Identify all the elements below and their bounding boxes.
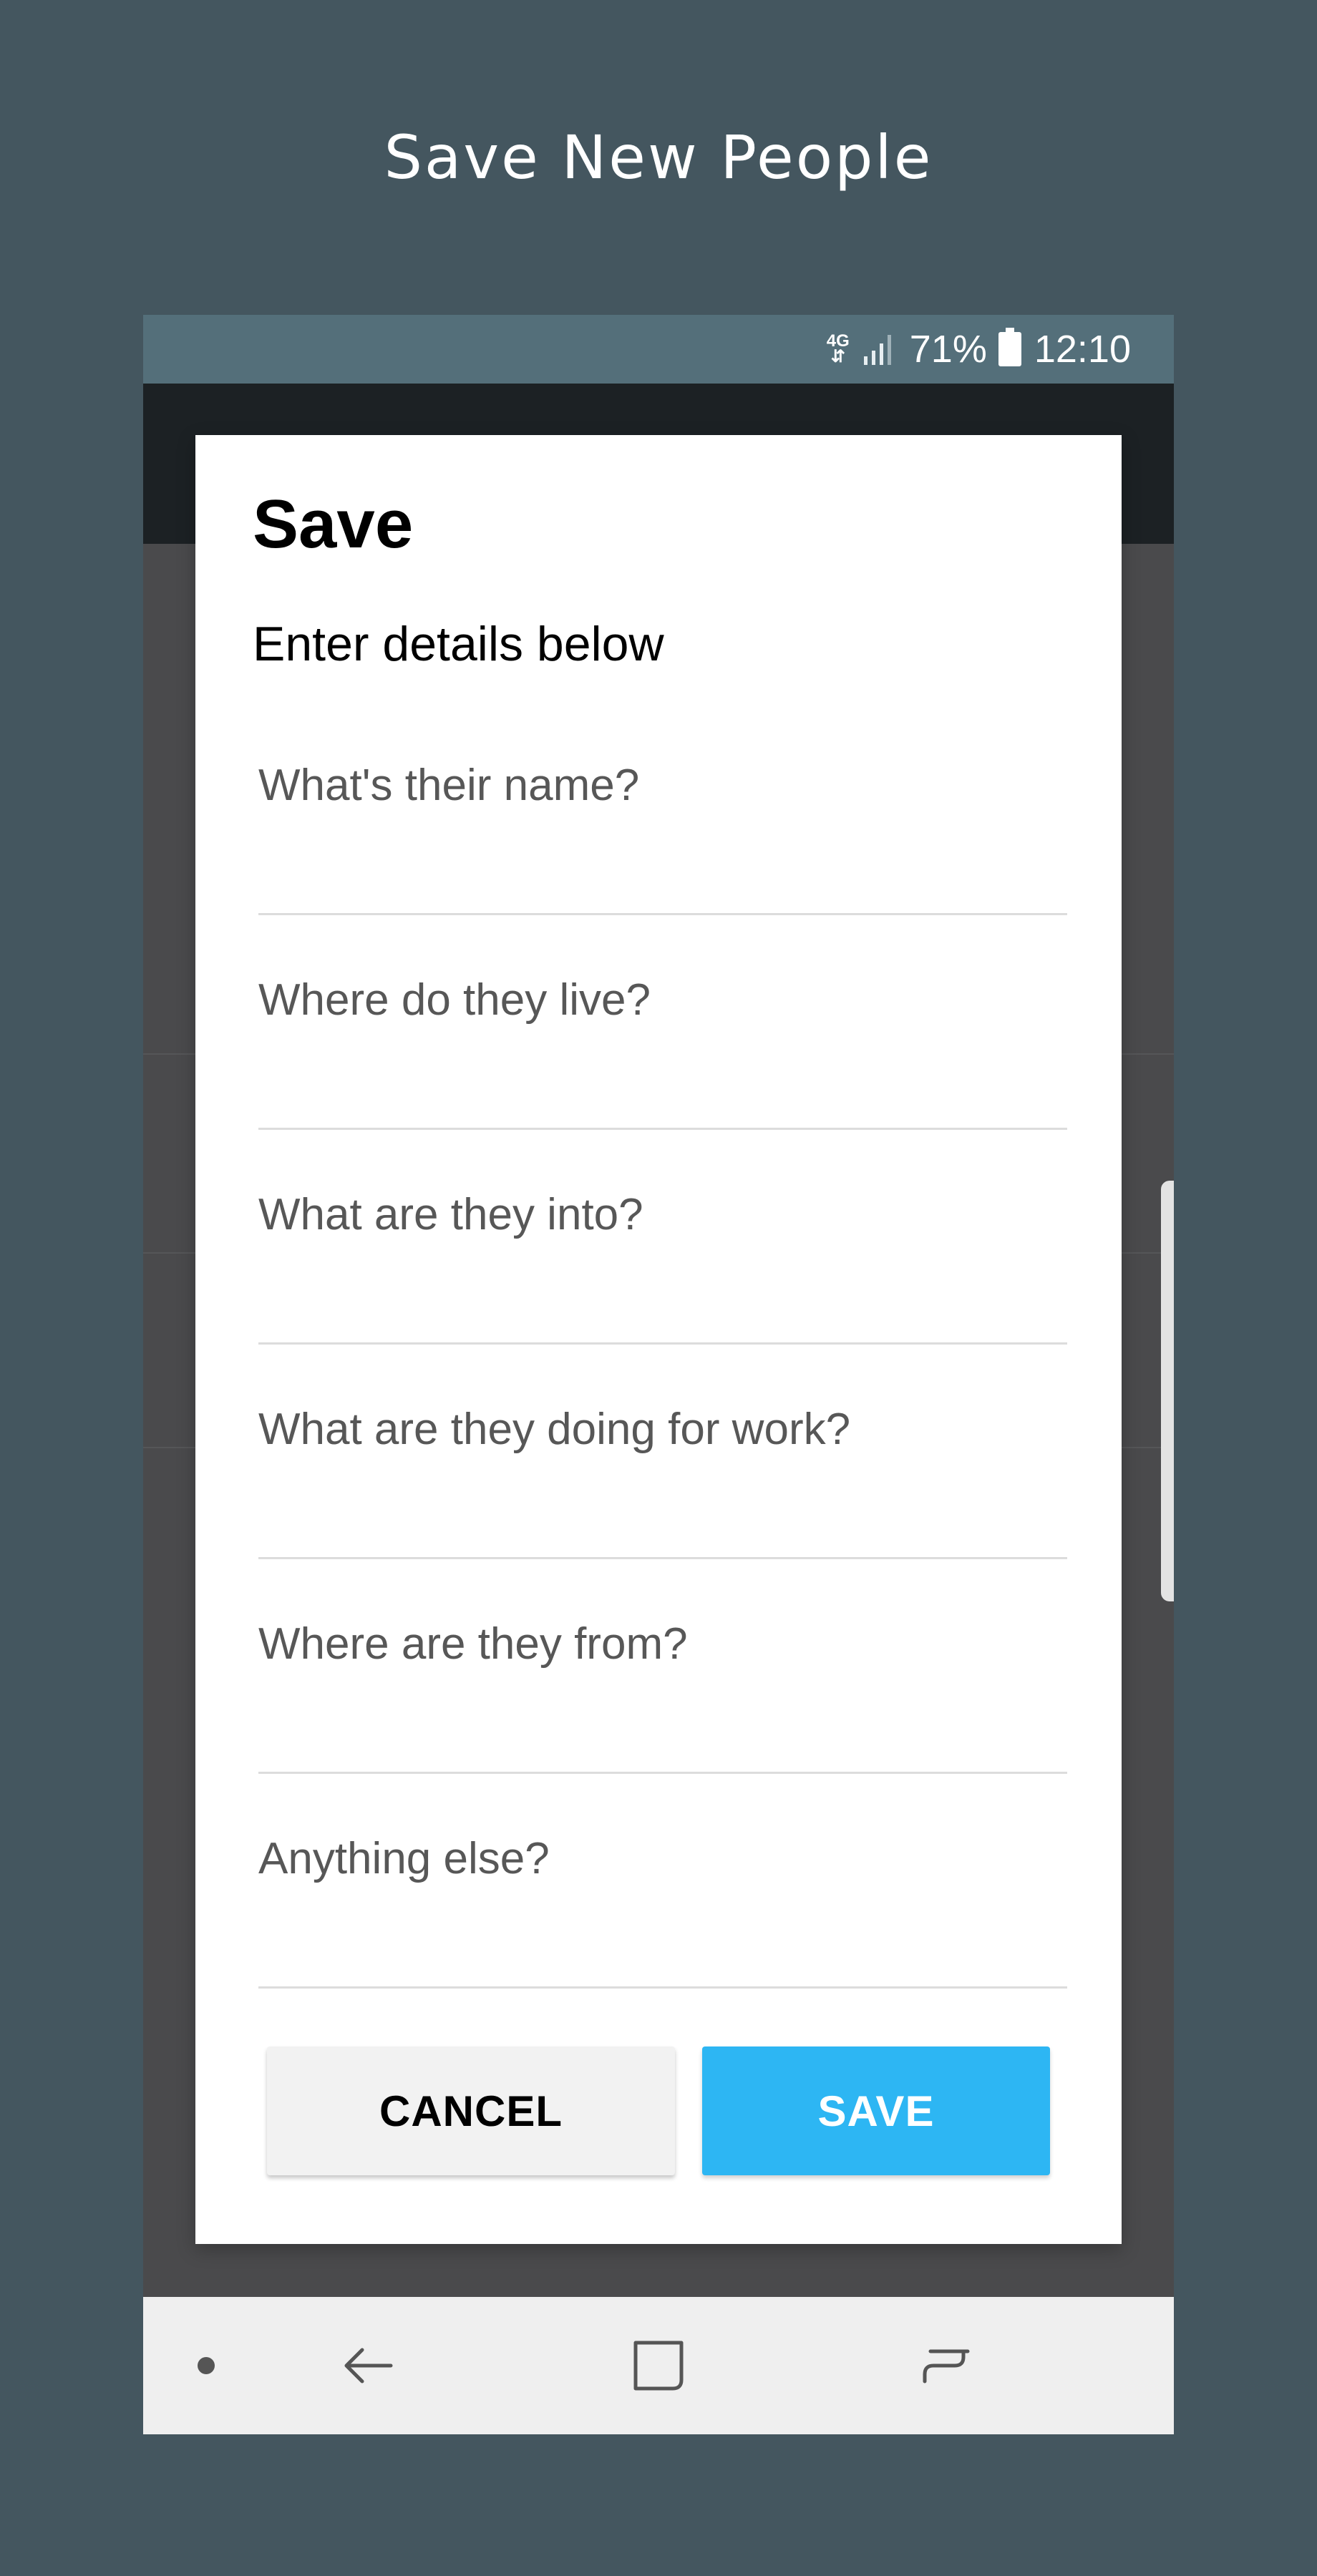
status-time: 12:10 xyxy=(1034,328,1131,371)
interests-field-label: What are they into? xyxy=(258,1190,643,1239)
location-input[interactable] xyxy=(258,1036,1067,1108)
name-field: What's their name? xyxy=(258,757,1067,922)
dialog-title: Save xyxy=(253,486,414,562)
save-button[interactable]: SAVE xyxy=(702,2046,1050,2175)
interests-input[interactable] xyxy=(258,1251,1067,1322)
field-underline xyxy=(258,1128,1067,1130)
field-underline xyxy=(258,913,1067,915)
other-field: Anything else? xyxy=(258,1830,1067,1995)
other-input[interactable] xyxy=(258,1895,1067,1966)
work-input[interactable] xyxy=(258,1465,1067,1537)
origin-field: Where are they from? xyxy=(258,1616,1067,1780)
home-square-icon[interactable] xyxy=(626,2333,691,2399)
network-arrows: ⇵ xyxy=(830,347,845,366)
save-dialog: Save Enter details below What's their na… xyxy=(195,435,1122,2244)
status-bar: 4G ⇵ 71% 12:10 xyxy=(143,315,1174,384)
navigation-bar xyxy=(143,2297,1174,2434)
scroll-handle[interactable] xyxy=(1161,1181,1174,1601)
battery-icon xyxy=(998,328,1021,366)
nav-dot-icon xyxy=(198,2357,215,2374)
cancel-button[interactable]: CANCEL xyxy=(267,2046,675,2175)
work-field: What are they doing for work? xyxy=(258,1401,1067,1566)
signal-icon xyxy=(863,333,895,365)
page-title: Save New People xyxy=(384,122,933,192)
battery-percent: 71% xyxy=(909,328,987,371)
origin-input[interactable] xyxy=(258,1680,1067,1752)
origin-field-label: Where are they from? xyxy=(258,1619,688,1669)
field-underline xyxy=(258,1986,1067,1989)
other-field-label: Anything else? xyxy=(258,1834,550,1883)
field-underline xyxy=(258,1342,1067,1345)
field-underline xyxy=(258,1557,1067,1559)
interests-field: What are they into? xyxy=(258,1186,1067,1351)
network-4g-icon: 4G ⇵ xyxy=(827,333,850,366)
name-field-label: What's their name? xyxy=(258,761,640,810)
name-input[interactable] xyxy=(258,821,1067,893)
work-field-label: What are they doing for work? xyxy=(258,1405,851,1454)
recent-apps-icon[interactable] xyxy=(913,2333,979,2399)
dialog-subtitle: Enter details below xyxy=(253,617,664,671)
location-field: Where do they live? xyxy=(258,972,1067,1136)
location-field-label: Where do they live? xyxy=(258,975,651,1025)
field-underline xyxy=(258,1772,1067,1774)
back-arrow-icon[interactable] xyxy=(335,2333,401,2399)
